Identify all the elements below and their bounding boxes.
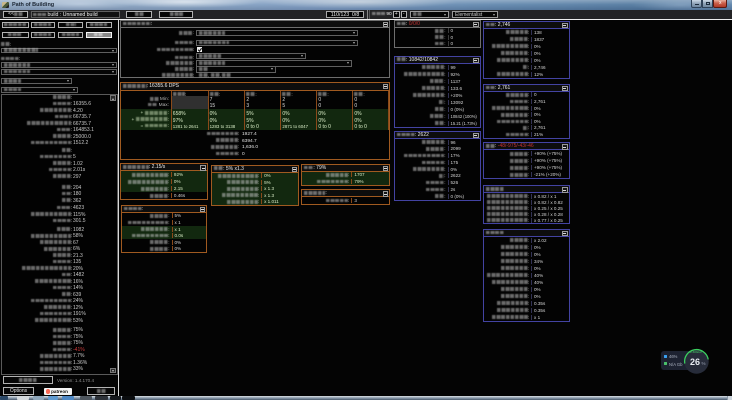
svg-text:26: 26 xyxy=(690,357,700,367)
svg-text:2.60GHz: 2.60GHz xyxy=(690,350,702,354)
svg-text:%: % xyxy=(701,361,705,366)
